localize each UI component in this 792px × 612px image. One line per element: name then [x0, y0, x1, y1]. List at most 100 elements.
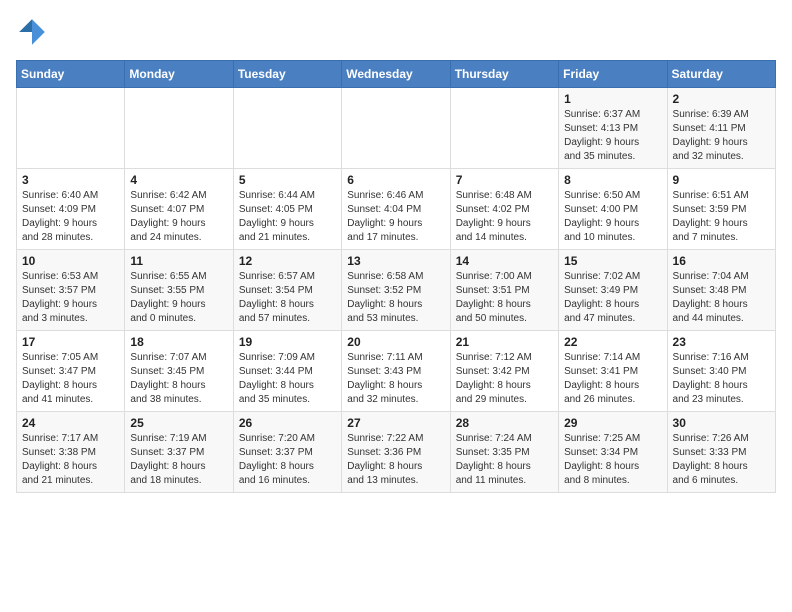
calendar-header: SundayMondayTuesdayWednesdayThursdayFrid… — [17, 61, 776, 88]
calendar-cell: 4 Sunrise: 6:42 AM Sunset: 4:07 PM Daylig… — [125, 169, 233, 250]
day-number: 16 — [673, 254, 770, 268]
day-info: Sunrise: 7:00 AM Sunset: 3:51 PM Dayligh… — [456, 270, 553, 326]
day-number: 22 — [564, 335, 661, 349]
page-header — [16, 16, 776, 48]
calendar-cell: 1 Sunrise: 6:37 AM Sunset: 4:13 PM Daylig… — [559, 88, 667, 169]
calendar-cell: 17 Sunrise: 7:05 AM Sunset: 3:47 PM Dayli… — [17, 331, 125, 412]
day-info: Sunrise: 7:11 AM Sunset: 3:43 PM Dayligh… — [347, 351, 444, 407]
day-number: 13 — [347, 254, 444, 268]
calendar-cell — [17, 88, 125, 169]
calendar-week-4: 17 Sunrise: 7:05 AM Sunset: 3:47 PM Dayli… — [17, 331, 776, 412]
day-info: Sunrise: 6:40 AM Sunset: 4:09 PM Dayligh… — [22, 189, 119, 245]
day-info: Sunrise: 7:25 AM Sunset: 3:34 PM Dayligh… — [564, 432, 661, 488]
calendar-body: 1 Sunrise: 6:37 AM Sunset: 4:13 PM Daylig… — [17, 88, 776, 493]
calendar-cell: 8 Sunrise: 6:50 AM Sunset: 4:00 PM Daylig… — [559, 169, 667, 250]
day-number: 24 — [22, 416, 119, 430]
day-info: Sunrise: 6:55 AM Sunset: 3:55 PM Dayligh… — [130, 270, 227, 326]
day-number: 18 — [130, 335, 227, 349]
day-info: Sunrise: 7:22 AM Sunset: 3:36 PM Dayligh… — [347, 432, 444, 488]
weekday-header-tuesday: Tuesday — [233, 61, 341, 88]
day-number: 7 — [456, 173, 553, 187]
calendar-week-2: 3 Sunrise: 6:40 AM Sunset: 4:09 PM Daylig… — [17, 169, 776, 250]
logo — [16, 16, 52, 48]
calendar-cell: 3 Sunrise: 6:40 AM Sunset: 4:09 PM Daylig… — [17, 169, 125, 250]
day-info: Sunrise: 6:39 AM Sunset: 4:11 PM Dayligh… — [673, 108, 770, 164]
calendar-cell: 7 Sunrise: 6:48 AM Sunset: 4:02 PM Daylig… — [450, 169, 558, 250]
calendar-cell: 15 Sunrise: 7:02 AM Sunset: 3:49 PM Dayli… — [559, 250, 667, 331]
day-info: Sunrise: 7:04 AM Sunset: 3:48 PM Dayligh… — [673, 270, 770, 326]
day-info: Sunrise: 7:16 AM Sunset: 3:40 PM Dayligh… — [673, 351, 770, 407]
day-info: Sunrise: 6:48 AM Sunset: 4:02 PM Dayligh… — [456, 189, 553, 245]
calendar-cell — [125, 88, 233, 169]
day-info: Sunrise: 6:53 AM Sunset: 3:57 PM Dayligh… — [22, 270, 119, 326]
day-number: 21 — [456, 335, 553, 349]
day-info: Sunrise: 6:57 AM Sunset: 3:54 PM Dayligh… — [239, 270, 336, 326]
calendar-cell: 2 Sunrise: 6:39 AM Sunset: 4:11 PM Daylig… — [667, 88, 775, 169]
calendar-cell: 22Sunrise: 7:14 AM Sunset: 3:41 PM Dayli… — [559, 331, 667, 412]
day-number: 17 — [22, 335, 119, 349]
calendar-cell: 30Sunrise: 7:26 AM Sunset: 3:33 PM Dayli… — [667, 412, 775, 493]
calendar-week-3: 10Sunrise: 6:53 AM Sunset: 3:57 PM Dayli… — [17, 250, 776, 331]
day-info: Sunrise: 6:51 AM Sunset: 3:59 PM Dayligh… — [673, 189, 770, 245]
day-number: 11 — [130, 254, 227, 268]
day-number: 8 — [564, 173, 661, 187]
logo-icon — [16, 16, 48, 48]
calendar-cell: 6 Sunrise: 6:46 AM Sunset: 4:04 PM Daylig… — [342, 169, 450, 250]
day-number: 9 — [673, 173, 770, 187]
day-number: 15 — [564, 254, 661, 268]
calendar-cell: 11 Sunrise: 6:55 AM Sunset: 3:55 PM Dayli… — [125, 250, 233, 331]
day-info: Sunrise: 7:07 AM Sunset: 3:45 PM Dayligh… — [130, 351, 227, 407]
day-number: 2 — [673, 92, 770, 106]
calendar-cell — [342, 88, 450, 169]
day-number: 5 — [239, 173, 336, 187]
day-number: 28 — [456, 416, 553, 430]
day-number: 4 — [130, 173, 227, 187]
day-number: 27 — [347, 416, 444, 430]
day-info: Sunrise: 7:09 AM Sunset: 3:44 PM Dayligh… — [239, 351, 336, 407]
day-info: Sunrise: 7:05 AM Sunset: 3:47 PM Dayligh… — [22, 351, 119, 407]
calendar-cell: 20 Sunrise: 7:11 AM Sunset: 3:43 PM Dayli… — [342, 331, 450, 412]
day-info: Sunrise: 6:37 AM Sunset: 4:13 PM Dayligh… — [564, 108, 661, 164]
calendar-cell: 19Sunrise: 7:09 AM Sunset: 3:44 PM Dayli… — [233, 331, 341, 412]
calendar-cell — [233, 88, 341, 169]
day-info: Sunrise: 6:58 AM Sunset: 3:52 PM Dayligh… — [347, 270, 444, 326]
calendar-cell: 25Sunrise: 7:19 AM Sunset: 3:37 PM Dayli… — [125, 412, 233, 493]
calendar-cell: 24Sunrise: 7:17 AM Sunset: 3:38 PM Dayli… — [17, 412, 125, 493]
calendar-week-1: 1 Sunrise: 6:37 AM Sunset: 4:13 PM Daylig… — [17, 88, 776, 169]
day-info: Sunrise: 6:42 AM Sunset: 4:07 PM Dayligh… — [130, 189, 227, 245]
day-number: 6 — [347, 173, 444, 187]
day-info: Sunrise: 6:44 AM Sunset: 4:05 PM Dayligh… — [239, 189, 336, 245]
calendar-cell: 14Sunrise: 7:00 AM Sunset: 3:51 PM Dayli… — [450, 250, 558, 331]
calendar-cell: 9 Sunrise: 6:51 AM Sunset: 3:59 PM Daylig… — [667, 169, 775, 250]
day-number: 30 — [673, 416, 770, 430]
day-number: 20 — [347, 335, 444, 349]
calendar-cell: 26Sunrise: 7:20 AM Sunset: 3:37 PM Dayli… — [233, 412, 341, 493]
weekday-header-monday: Monday — [125, 61, 233, 88]
weekday-header-friday: Friday — [559, 61, 667, 88]
calendar-cell: 16 Sunrise: 7:04 AM Sunset: 3:48 PM Dayli… — [667, 250, 775, 331]
day-info: Sunrise: 6:46 AM Sunset: 4:04 PM Dayligh… — [347, 189, 444, 245]
day-info: Sunrise: 7:19 AM Sunset: 3:37 PM Dayligh… — [130, 432, 227, 488]
day-number: 3 — [22, 173, 119, 187]
calendar-cell: 29 Sunrise: 7:25 AM Sunset: 3:34 PM Dayli… — [559, 412, 667, 493]
day-info: Sunrise: 7:02 AM Sunset: 3:49 PM Dayligh… — [564, 270, 661, 326]
calendar-cell: 21Sunrise: 7:12 AM Sunset: 3:42 PM Dayli… — [450, 331, 558, 412]
weekday-header-thursday: Thursday — [450, 61, 558, 88]
day-number: 23 — [673, 335, 770, 349]
day-number: 29 — [564, 416, 661, 430]
calendar-table: SundayMondayTuesdayWednesdayThursdayFrid… — [16, 60, 776, 493]
calendar-cell: 18 Sunrise: 7:07 AM Sunset: 3:45 PM Dayli… — [125, 331, 233, 412]
day-number: 1 — [564, 92, 661, 106]
calendar-cell: 10Sunrise: 6:53 AM Sunset: 3:57 PM Dayli… — [17, 250, 125, 331]
day-info: Sunrise: 7:20 AM Sunset: 3:37 PM Dayligh… — [239, 432, 336, 488]
calendar-cell: 27 Sunrise: 7:22 AM Sunset: 3:36 PM Dayli… — [342, 412, 450, 493]
day-info: Sunrise: 6:50 AM Sunset: 4:00 PM Dayligh… — [564, 189, 661, 245]
calendar-cell: 5 Sunrise: 6:44 AM Sunset: 4:05 PM Daylig… — [233, 169, 341, 250]
calendar-cell: 28 Sunrise: 7:24 AM Sunset: 3:35 PM Dayli… — [450, 412, 558, 493]
weekday-header-row: SundayMondayTuesdayWednesdayThursdayFrid… — [17, 61, 776, 88]
calendar-cell — [450, 88, 558, 169]
calendar-cell: 12Sunrise: 6:57 AM Sunset: 3:54 PM Dayli… — [233, 250, 341, 331]
day-info: Sunrise: 7:24 AM Sunset: 3:35 PM Dayligh… — [456, 432, 553, 488]
weekday-header-wednesday: Wednesday — [342, 61, 450, 88]
weekday-header-sunday: Sunday — [17, 61, 125, 88]
